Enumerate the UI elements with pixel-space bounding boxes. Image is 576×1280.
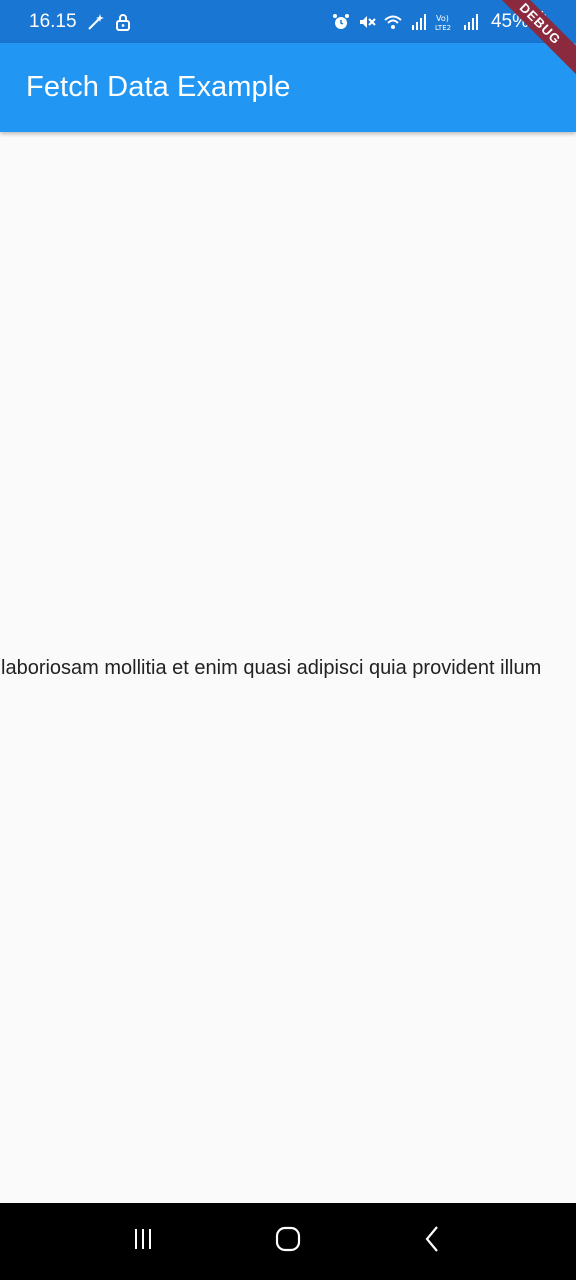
wifi-icon xyxy=(383,12,403,32)
signal-icon xyxy=(409,12,429,32)
recent-apps-icon xyxy=(128,1224,158,1259)
mute-icon xyxy=(357,12,377,32)
svg-text:LTE2: LTE2 xyxy=(435,24,451,32)
home-button[interactable] xyxy=(268,1222,308,1262)
app-bar: Fetch Data Example xyxy=(0,43,576,132)
status-left: 16.15 xyxy=(29,11,133,33)
status-time: 16.15 xyxy=(29,10,77,32)
navigation-bar xyxy=(0,1203,576,1280)
back-button[interactable] xyxy=(413,1222,453,1262)
app-title: Fetch Data Example xyxy=(26,71,291,103)
main-content: laboriosam mollitia et enim quasi adipis… xyxy=(0,132,576,1203)
back-icon xyxy=(418,1224,448,1259)
volte-icon: Vo) LTE2 xyxy=(435,12,455,32)
svg-text:Vo): Vo) xyxy=(436,14,449,23)
status-right: Vo) LTE2 45% xyxy=(331,11,546,33)
magic-wand-icon xyxy=(85,12,105,32)
home-icon xyxy=(273,1224,303,1259)
lock-icon xyxy=(113,12,133,32)
status-bar: 16.15 Vo) LTE2 45% xyxy=(0,0,576,43)
fetched-text: laboriosam mollitia et enim quasi adipis… xyxy=(1,656,542,679)
signal-icon xyxy=(461,12,481,32)
alarm-icon xyxy=(331,12,351,32)
recent-apps-button[interactable] xyxy=(123,1222,163,1262)
